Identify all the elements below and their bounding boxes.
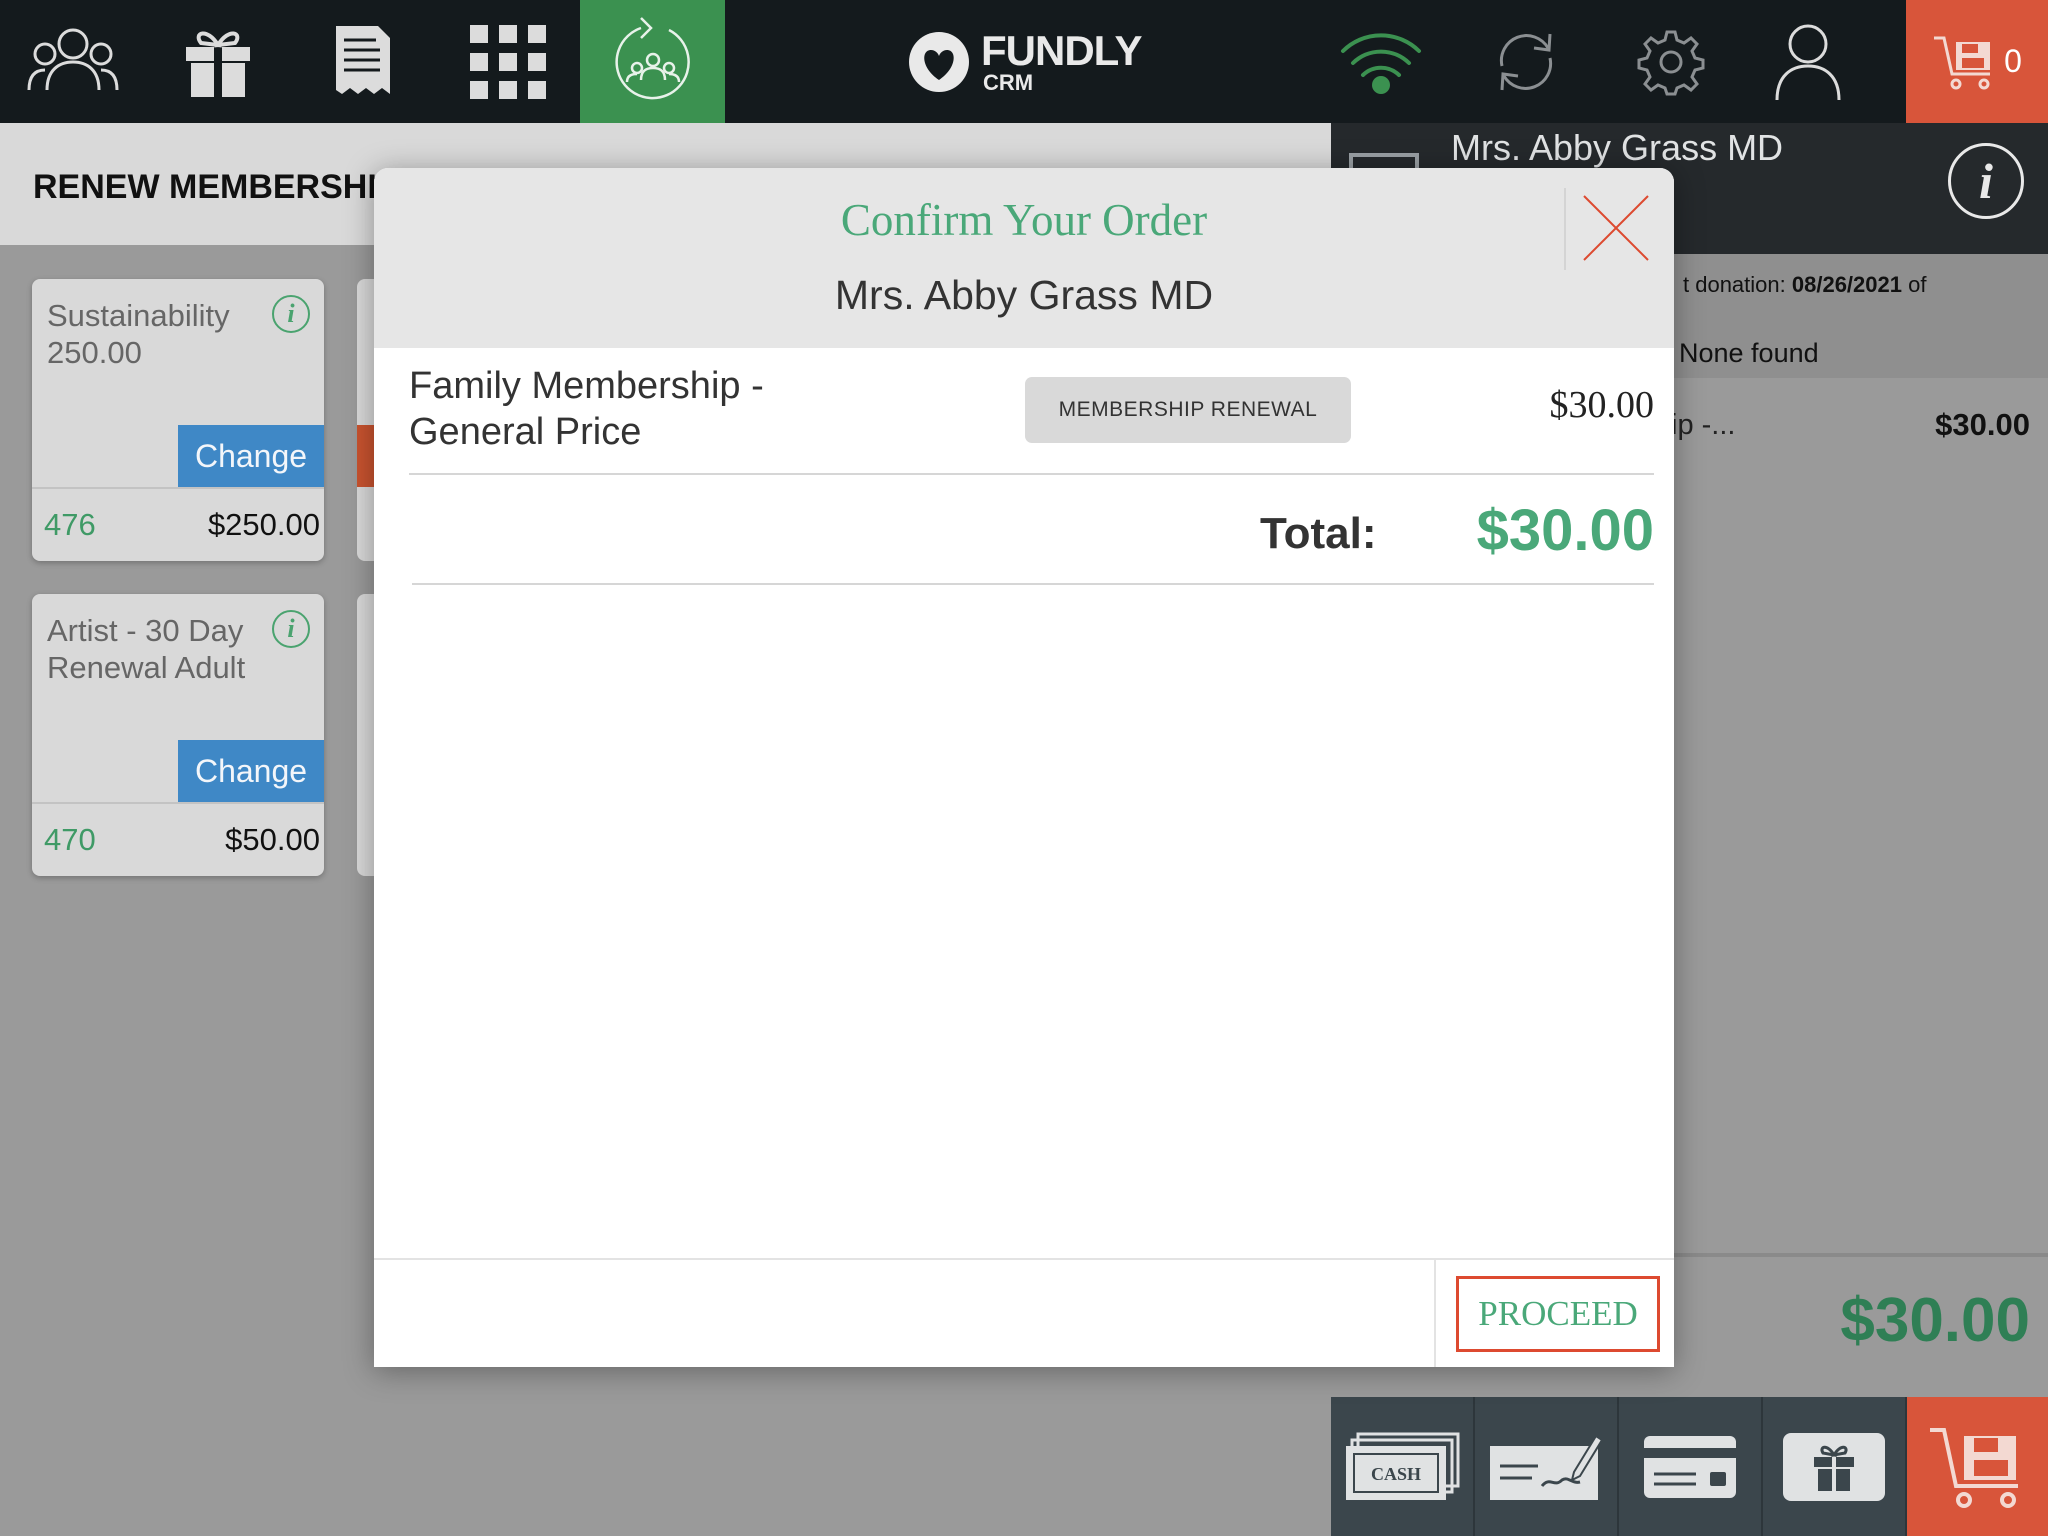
total-label: Total: <box>1260 509 1377 558</box>
membership-card-name: Sustainability 250.00 <box>47 298 230 370</box>
page-title: RENEW MEMBERSHI <box>33 168 377 206</box>
checkout-button[interactable] <box>1907 1397 2048 1536</box>
order-total-row: Total: $30.00 <box>412 475 1654 585</box>
top-navigation-bar: FUNDLY CRM 0 <box>0 0 2048 123</box>
membership-card-id: 476 <box>44 507 96 542</box>
credit-card-icon <box>1644 1435 1736 1498</box>
pay-gift-card-button[interactable] <box>1763 1397 1907 1536</box>
user-icon <box>1775 24 1840 100</box>
connection-status-button[interactable] <box>1308 0 1453 123</box>
pay-check-button[interactable] <box>1475 1397 1619 1536</box>
cash-icon: CASH <box>1346 1432 1460 1500</box>
dialog-customer-name: Mrs. Abby Grass MD <box>834 272 1214 318</box>
order-item-type-badge[interactable]: MEMBERSHIP RENEWAL <box>1025 377 1351 443</box>
cart-count: 0 <box>2004 43 2022 79</box>
dialog-header: Confirm Your Order Mrs. Abby Grass MD <box>374 168 1674 348</box>
card-divider <box>32 802 324 804</box>
info-icon[interactable]: i <box>272 610 310 648</box>
membership-card-id: 470 <box>44 822 96 857</box>
check-icon <box>1490 1434 1604 1500</box>
last-donation-label: t donation: <box>1683 272 1792 297</box>
total-value: $30.00 <box>1476 498 1654 563</box>
cart-button[interactable]: 0 <box>1906 0 2048 123</box>
cash-label: CASH <box>1371 1464 1421 1484</box>
membership-card[interactable]: Artist - 30 Day Renewal Adult i Change 4… <box>32 594 324 876</box>
payment-bar: CASH <box>1331 1397 2048 1536</box>
proceed-button[interactable]: PROCEED <box>1456 1276 1660 1352</box>
wifi-icon <box>1340 32 1421 94</box>
info-icon[interactable]: i <box>272 295 310 333</box>
close-button[interactable] <box>1570 182 1662 274</box>
nav-constituents-button[interactable] <box>0 0 145 123</box>
order-item-name: Family Membership - General Price <box>409 365 764 453</box>
grid-icon <box>469 24 546 99</box>
cart-line-item-name: ip -... <box>1671 409 1736 441</box>
nav-donations-button[interactable] <box>145 0 290 123</box>
people-icon <box>27 28 118 90</box>
cart-line-item-price: $30.00 <box>1935 407 2030 442</box>
nav-receipts-button[interactable] <box>290 0 435 123</box>
membership-card-name: Artist - 30 Day Renewal Adult <box>47 613 246 685</box>
close-icon <box>1583 195 1649 261</box>
membership-card-price: $50.00 <box>225 822 320 857</box>
order-item-price: $30.00 <box>1549 384 1655 426</box>
card-divider <box>32 487 324 489</box>
cart-icon <box>1934 36 1991 89</box>
close-separator <box>1564 188 1566 270</box>
gift-icon <box>185 31 250 97</box>
gear-icon <box>1637 30 1704 95</box>
dialog-footer: PROCEED <box>374 1258 1674 1367</box>
pay-cash-button[interactable]: CASH <box>1331 1397 1475 1536</box>
nav-apps-button[interactable] <box>435 0 580 123</box>
logo-subtitle: CRM <box>983 70 1034 95</box>
none-found-text: None found <box>1679 338 1819 368</box>
sync-icon <box>1499 33 1552 90</box>
renew-membership-icon <box>614 16 690 99</box>
last-donation-date: 08/26/2021 <box>1791 272 1902 297</box>
cart-total: $30.00 <box>1840 1286 2030 1355</box>
confirm-order-dialog: Confirm Your Order Mrs. Abby Grass MD Fa… <box>374 168 1674 1367</box>
change-button[interactable]: Change <box>178 740 324 802</box>
receipt-icon <box>335 25 390 94</box>
settings-button[interactable] <box>1598 0 1743 123</box>
logo-title: FUNDLY <box>981 27 1142 74</box>
checkout-cart-icon <box>1929 1427 2018 1508</box>
last-donation: t donation: 08/26/2021 of <box>1683 272 1926 298</box>
user-profile-button[interactable] <box>1735 0 1880 123</box>
sync-button[interactable] <box>1453 0 1598 123</box>
membership-card-price: $250.00 <box>207 507 320 542</box>
gift-card-icon <box>1783 1432 1885 1501</box>
heart-logo-icon <box>909 32 969 92</box>
customer-info-icon[interactable]: i <box>1948 143 2024 219</box>
membership-card[interactable]: Sustainability 250.00 i Change 476 $250.… <box>32 279 324 561</box>
pay-credit-card-button[interactable] <box>1619 1397 1763 1536</box>
change-button[interactable]: Change <box>178 425 324 487</box>
dialog-title: Confirm Your Order <box>840 195 1208 245</box>
footer-separator <box>1434 1260 1436 1367</box>
last-donation-suffix: of <box>1901 272 1927 297</box>
order-line-item: Family Membership - General Price MEMBER… <box>409 363 1654 475</box>
fundly-logo: FUNDLY CRM <box>905 24 1142 100</box>
customer-name: Mrs. Abby Grass MD <box>1451 127 1784 168</box>
nav-renew-membership-button[interactable] <box>580 0 725 123</box>
